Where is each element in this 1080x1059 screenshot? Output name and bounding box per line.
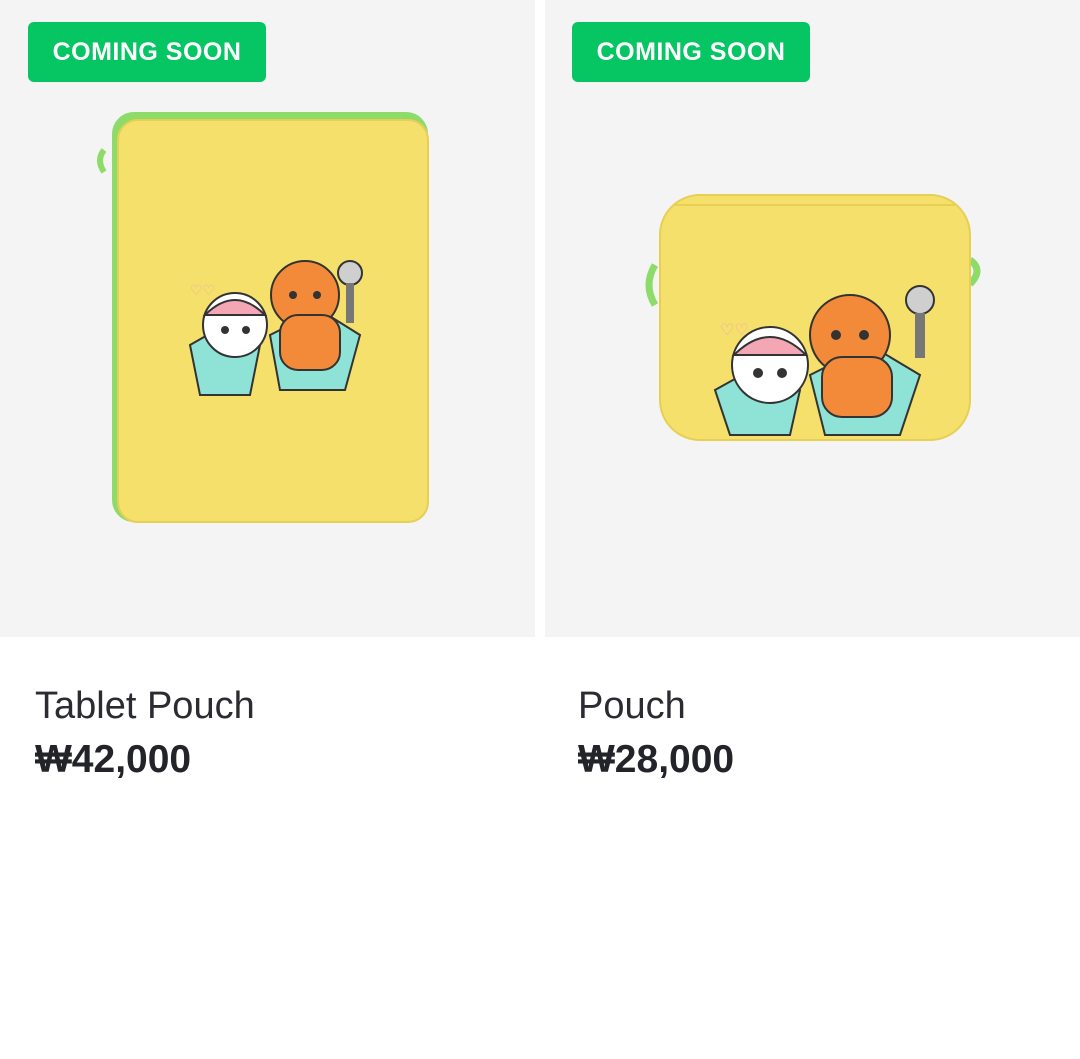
product-name[interactable]: Tablet Pouch — [35, 685, 255, 728]
product-card-pouch[interactable]: ♡♡ COMING SOON Pouch ₩28,000 — [545, 0, 1080, 1059]
product-card-tablet-pouch[interactable]: ♡♡ COMING SOON Tablet Pouch ₩42,000 — [0, 0, 535, 1059]
tablet-pouch-image: ♡♡ — [97, 112, 429, 523]
coming-soon-badge: COMING SOON — [28, 22, 266, 82]
product-price: ₩42,000 — [35, 738, 192, 781]
svg-text:♡♡: ♡♡ — [720, 320, 749, 339]
product-price: ₩28,000 — [578, 738, 735, 781]
product-name[interactable]: Pouch — [578, 685, 686, 728]
product-image-area[interactable]: ♡♡ COMING SOON — [545, 0, 1080, 637]
product-grid: ♡♡ COMING SOON Tablet Pouch ₩42,000 ♡♡ C… — [0, 0, 1080, 1059]
svg-text:♡♡: ♡♡ — [190, 283, 215, 299]
coming-soon-badge: COMING SOON — [572, 22, 810, 82]
pouch-image: ♡♡ — [645, 194, 981, 441]
product-image-area[interactable]: ♡♡ COMING SOON — [0, 0, 535, 637]
